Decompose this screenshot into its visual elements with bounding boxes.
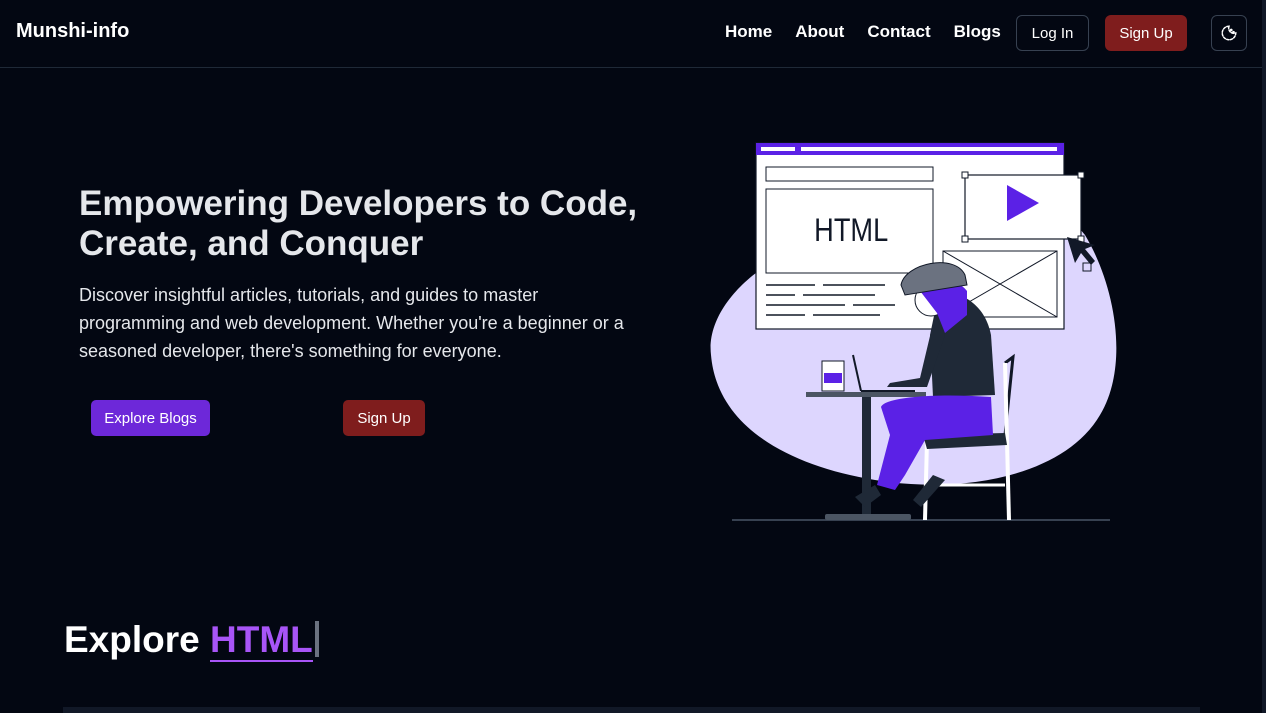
navbar: Munshi-info Home About Contact Blogs Log… [0, 0, 1262, 68]
signup-button[interactable]: Sign Up [1105, 15, 1187, 51]
typing-caret [314, 621, 319, 657]
moon-icon [1221, 25, 1237, 41]
brand-logo[interactable]: Munshi-info [16, 20, 129, 43]
explore-prefix: Explore [64, 619, 200, 660]
hero-title: Empowering Developers to Code, Create, a… [79, 184, 638, 263]
login-button[interactable]: Log In [1016, 15, 1089, 51]
nav-link-about[interactable]: About [795, 22, 844, 42]
hero-illustration: HTML [710, 142, 1117, 521]
explore-heading: Explore HTML [64, 618, 319, 662]
scrollbar[interactable] [1262, 0, 1266, 713]
nav-link-home[interactable]: Home [725, 22, 772, 42]
explore-topic: HTML [210, 619, 313, 662]
nav-link-blogs[interactable]: Blogs [954, 22, 1001, 42]
illustration-html-text: HTML [814, 213, 888, 249]
content-panel [63, 707, 1200, 713]
nav-link-contact[interactable]: Contact [867, 22, 930, 42]
hero-subtitle: Discover insightful articles, tutorials,… [79, 285, 624, 361]
nav-links: Home About Contact Blogs [725, 22, 1024, 42]
theme-toggle-button[interactable] [1211, 15, 1247, 51]
explore-blogs-button[interactable]: Explore Blogs [91, 400, 210, 436]
hero-signup-button[interactable]: Sign Up [343, 400, 425, 436]
